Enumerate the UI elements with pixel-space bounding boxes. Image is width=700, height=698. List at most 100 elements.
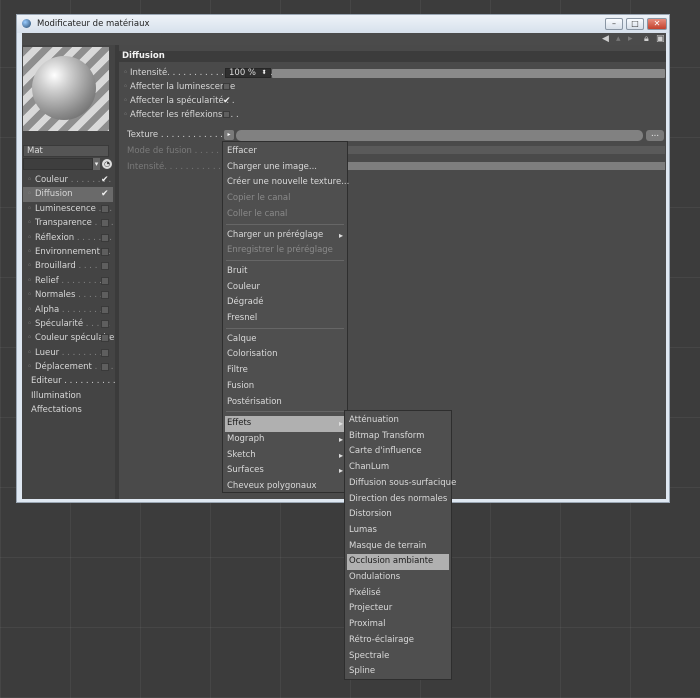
channel-checkbox[interactable] bbox=[101, 305, 109, 314]
menu-item-effacer[interactable]: Effacer bbox=[227, 144, 257, 160]
channel-checkbox[interactable] bbox=[101, 276, 109, 285]
affect-specular-label: Affecter la spécularité . . bbox=[130, 96, 235, 106]
menu-item-surfaces[interactable]: Surfaces bbox=[227, 463, 264, 479]
menu-item-creer-une-nouvelle-texture[interactable]: Créer une nouvelle texture... bbox=[227, 175, 349, 191]
channel-checkbox[interactable] bbox=[101, 233, 109, 242]
menu-item-colorisation[interactable]: Colorisation bbox=[227, 347, 277, 363]
material-name-field[interactable]: Mat bbox=[23, 145, 109, 157]
menu-item-bruit[interactable]: Bruit bbox=[227, 264, 247, 280]
menu-item-projecteur[interactable]: Projecteur bbox=[349, 601, 392, 617]
channel-checkbox[interactable]: ✔ bbox=[101, 187, 109, 201]
channel-checkbox[interactable] bbox=[101, 204, 109, 213]
menu-item-masque-de-terrain[interactable]: Masque de terrain bbox=[349, 539, 426, 555]
channel-item-deplacement[interactable]: ◦Déplacement . . . . bbox=[23, 360, 114, 374]
title-bar[interactable]: Modificateur de matériaux – □ ✕ bbox=[17, 15, 669, 33]
channel-label: Brouillard bbox=[35, 261, 76, 272]
menu-item-charger-un-prereglage[interactable]: Charger un préréglage bbox=[227, 228, 323, 244]
channel-item-transparence[interactable]: ◦Transparence . . . . bbox=[23, 216, 114, 230]
channel-checkbox[interactable] bbox=[101, 219, 109, 228]
menu-item-sketch[interactable]: Sketch bbox=[227, 448, 256, 464]
menu-item-fresnel[interactable]: Fresnel bbox=[227, 311, 257, 327]
channel-item-brouillard[interactable]: ◦ Brouillard . . . . . . bbox=[23, 259, 113, 273]
menu-item-fusion[interactable]: Fusion bbox=[227, 379, 254, 395]
submenu-arrow-icon: ▸ bbox=[339, 419, 344, 429]
bullet-icon: ◦ bbox=[123, 96, 129, 106]
channel-item-lueur[interactable]: ◦ Lueur . . . . . . . . . bbox=[23, 346, 113, 360]
panel-item-illumination[interactable]: Illumination bbox=[23, 389, 113, 403]
affect-reflections-checkbox[interactable] bbox=[223, 111, 230, 118]
channel-checkbox[interactable] bbox=[101, 291, 109, 300]
affect-luminescence-checkbox[interactable] bbox=[223, 83, 230, 90]
panel-item-affectations[interactable]: Affectations bbox=[23, 403, 113, 417]
texture-browse-button[interactable]: ... bbox=[646, 130, 664, 141]
blend-mode-dropdown[interactable] bbox=[347, 146, 665, 154]
menu-item-bitmap-transform[interactable]: Bitmap Transform bbox=[349, 429, 424, 445]
channel-checkbox[interactable]: ✔ bbox=[101, 173, 109, 187]
channel-label: Spécularité bbox=[35, 318, 84, 329]
menu-item-lumas[interactable]: Lumas bbox=[349, 523, 377, 539]
channel-checkbox[interactable] bbox=[101, 348, 109, 357]
menu-item-cheveux-polygonaux[interactable]: Cheveux polygonaux bbox=[227, 479, 317, 495]
menu-item-spectrale[interactable]: Spectrale bbox=[349, 649, 389, 665]
arrow-left-icon[interactable]: ◀ bbox=[602, 34, 609, 44]
intensity-slider[interactable] bbox=[272, 69, 665, 78]
menu-item-spline[interactable]: Spline bbox=[349, 664, 375, 680]
menu-item-effets[interactable]: Effets bbox=[227, 416, 251, 432]
channel-checkbox[interactable] bbox=[101, 334, 109, 343]
panel-item-editeur[interactable]: Editeur . . . . . . . . . . bbox=[23, 374, 116, 388]
channel-checkbox[interactable] bbox=[101, 363, 109, 372]
minimize-button[interactable]: – bbox=[605, 18, 623, 30]
channel-checkbox[interactable] bbox=[101, 319, 109, 328]
menu-item-attenuation[interactable]: Atténuation bbox=[349, 413, 399, 429]
channel-item-diffusion[interactable]: ◦ Diffusion ✔ bbox=[23, 187, 113, 202]
channel-item-specularite[interactable]: ◦ Spécularité . . . . . bbox=[23, 317, 113, 331]
texture-slot[interactable] bbox=[236, 130, 643, 141]
menu-item-filtre[interactable]: Filtre bbox=[227, 363, 248, 379]
new-panel-icon[interactable]: ▣ bbox=[656, 34, 665, 44]
channel-item-alpha[interactable]: ◦ Alpha . . . . . . . . . bbox=[23, 303, 113, 317]
affect-reflections-row: ◦ Affecter les réflexions . . . bbox=[123, 109, 239, 121]
filter-icon[interactable]: ◔ bbox=[102, 159, 112, 169]
channel-item-reflexion[interactable]: ◦ Réflexion . . . . . . . bbox=[23, 231, 113, 245]
menu-item-calque[interactable]: Calque bbox=[227, 332, 257, 348]
channel-item-luminescence[interactable]: ◦Luminescence . . . . bbox=[23, 202, 118, 216]
material-preview[interactable] bbox=[23, 47, 109, 131]
arrow-right-icon[interactable]: ▸ bbox=[628, 34, 633, 44]
menu-item-degrade[interactable]: Dégradé bbox=[227, 295, 264, 311]
menu-item-couleur[interactable]: Couleur bbox=[227, 280, 260, 296]
menu-item-mograph[interactable]: Mograph bbox=[227, 432, 264, 448]
menu-item-charger-une-image[interactable]: Charger une image... bbox=[227, 160, 317, 176]
menu-item-occlusion-ambiante[interactable]: Occlusion ambiante bbox=[349, 554, 433, 570]
menu-item-diffusion-sous-surfacique[interactable]: Diffusion sous-surfacique bbox=[349, 476, 456, 492]
channel-label: Alpha bbox=[35, 304, 60, 315]
channel-item-normales[interactable]: ◦ Normales . . . . . . bbox=[23, 288, 113, 302]
maximize-button[interactable]: □ bbox=[626, 18, 644, 30]
channel-item-environnement[interactable]: ◦Environnement . . bbox=[23, 245, 113, 259]
channel-checkbox[interactable] bbox=[101, 247, 109, 256]
section-title: Diffusion bbox=[119, 51, 666, 62]
filter-dropdown-button[interactable]: ▾ bbox=[93, 158, 100, 170]
menu-item-proximal[interactable]: Proximal bbox=[349, 617, 385, 633]
menu-item-ondulations[interactable]: Ondulations bbox=[349, 570, 400, 586]
channel-item-couleur[interactable]: ◦ Couleur . . . . . . . . ✔ bbox=[23, 173, 113, 187]
menu-item-enregistrer-le-prereglage: Enregistrer le préréglage bbox=[227, 245, 333, 256]
lock-icon[interactable]: 🔒︎ bbox=[644, 34, 649, 44]
menu-item-retro-eclairage[interactable]: Rétro-éclairage bbox=[349, 633, 414, 649]
mix-strength-slider[interactable] bbox=[347, 162, 665, 170]
menu-item-pixelise[interactable]: Pixélisé bbox=[349, 586, 381, 602]
channel-filter-field[interactable] bbox=[23, 158, 93, 170]
menu-item-direction-des-normales[interactable]: Direction des normales bbox=[349, 492, 447, 508]
menu-item-distorsion[interactable]: Distorsion bbox=[349, 507, 392, 523]
arrow-up-icon[interactable]: ▴ bbox=[616, 34, 621, 44]
affect-specular-checkbox[interactable]: ✔ bbox=[223, 96, 231, 106]
menu-item-chanlum[interactable]: ChanLum bbox=[349, 460, 389, 476]
texture-menu-arrow-button[interactable]: ▸ bbox=[224, 130, 234, 140]
close-button[interactable]: ✕ bbox=[647, 18, 667, 30]
channel-item-couleur-speculaire[interactable]: ◦ Couleur spéculaire bbox=[23, 331, 114, 345]
menu-item-carte-d-influence[interactable]: Carte d'influence bbox=[349, 444, 422, 460]
menu-item-posterisation[interactable]: Postérisation bbox=[227, 395, 282, 411]
channel-item-relief[interactable]: ◦ Relief . . . . . . . . . bbox=[23, 274, 113, 288]
intensity-spinner-icon[interactable]: ⬍ bbox=[261, 68, 267, 78]
channel-checkbox[interactable] bbox=[101, 262, 109, 271]
affect-luminescence-row: ◦ Affecter la luminescence bbox=[123, 81, 235, 93]
